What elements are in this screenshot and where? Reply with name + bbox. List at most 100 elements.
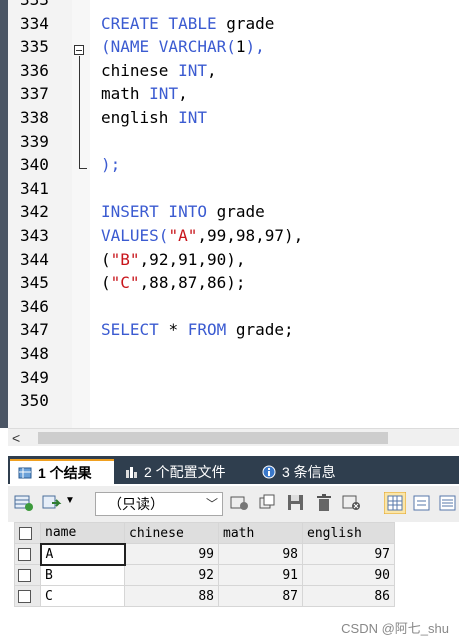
sql-token: * [168, 320, 188, 340]
row-selector[interactable] [14, 585, 41, 607]
readonly-select[interactable]: （只读） ﹀ [95, 492, 223, 516]
line-number-gutter: 333334 335 336 337 338 339 340 341 342 343 344 345 3… [8, 0, 72, 428]
sql-string: "C" [110, 273, 140, 293]
line-number: 344 [20, 249, 49, 269]
cell-math[interactable]: 91 [218, 564, 303, 586]
cell-name[interactable]: C [40, 585, 125, 607]
code-line[interactable]: INSERT INTO grade [101, 200, 265, 224]
fold-collapse-icon[interactable] [74, 45, 84, 55]
cell-name[interactable]: A [39, 542, 126, 566]
checkbox-icon[interactable] [18, 568, 31, 582]
chevron-down-icon: ﹀ [205, 497, 218, 511]
code-line[interactable]: VALUES("A",99,98,97), [101, 224, 303, 248]
window-edge [0, 0, 8, 428]
sql-token: math [101, 84, 150, 104]
code-line[interactable]: CREATE TABLE grade [101, 12, 274, 36]
sql-token: ( [101, 249, 111, 269]
line-number: 338 [20, 108, 49, 127]
table-row[interactable]: C 88 87 86 [14, 585, 395, 607]
row-selector[interactable] [14, 564, 41, 586]
line-number: 340 [20, 155, 49, 175]
cell-chinese[interactable]: 99 [124, 543, 219, 565]
sql-token: ,92,91,90), [139, 249, 246, 269]
duplicate-row-icon[interactable] [258, 494, 278, 512]
code-line[interactable]: ("C",88,87,86); [101, 271, 246, 295]
code-line[interactable]: english INT [101, 106, 207, 130]
sql-keyword: (NAME VARCHAR( [101, 37, 236, 57]
code-line[interactable]: chinese INT, [101, 59, 217, 83]
sql-editor[interactable]: 333334 335 336 337 338 339 340 341 342 343 344 345 3… [0, 0, 459, 428]
column-header[interactable]: english [302, 522, 395, 544]
export-dropdown-icon[interactable]: ▼ [65, 495, 75, 506]
code-line[interactable]: ); [101, 153, 120, 177]
scroll-thumb[interactable] [38, 432, 388, 444]
info-icon [262, 465, 276, 478]
tab-profiles-label: 2 个配置文件 [144, 463, 226, 480]
form-view-icon[interactable] [412, 494, 432, 512]
line-number: 342 [20, 202, 49, 222]
code-line[interactable]: (NAME VARCHAR(1), [101, 35, 265, 59]
line-number: 339 [20, 131, 49, 151]
tab-results[interactable]: 1 个结果 [10, 459, 114, 484]
text-view-icon[interactable] [438, 494, 458, 512]
line-number: 334 [20, 13, 49, 33]
header-row: name chinese math english [14, 522, 395, 544]
table-row[interactable]: A 99 98 97 [14, 542, 395, 566]
cell-math[interactable]: 87 [218, 585, 303, 607]
checkbox-icon[interactable] [18, 589, 31, 603]
sql-token: , [178, 84, 188, 104]
sql-keyword: VALUES( [101, 226, 169, 245]
fold-gutter [72, 0, 90, 428]
cell-english[interactable]: 97 [302, 543, 395, 565]
cell-math[interactable]: 98 [218, 543, 303, 565]
sql-token: grade [226, 13, 275, 33]
export-icon[interactable] [42, 494, 62, 512]
sql-keyword: ), [245, 37, 265, 57]
result-grid-icon [18, 467, 32, 478]
insert-row-icon[interactable] [230, 494, 250, 512]
fold-guide [79, 56, 80, 168]
checkbox-icon[interactable] [19, 526, 32, 540]
sql-keyword: CREATE TABLE [101, 13, 227, 33]
discard-changes-icon[interactable] [342, 494, 362, 512]
horizontal-scrollbar[interactable]: < [8, 428, 459, 447]
cell-english[interactable]: 86 [302, 585, 395, 607]
line-number: 336 [20, 60, 49, 80]
sql-keyword: ); [101, 155, 121, 175]
tab-results-label: 1 个结果 [38, 464, 92, 481]
scroll-left-icon[interactable]: < [12, 430, 20, 446]
delete-icon[interactable] [314, 494, 334, 512]
cell-chinese[interactable]: 92 [124, 564, 219, 586]
code-line[interactable]: math INT, [101, 82, 188, 106]
grid-view-icon[interactable] [384, 492, 406, 514]
result-tabs: 1 个结果 2 个配置文件 3 条信息 [8, 456, 459, 484]
sql-token: ,88,87,86); [139, 273, 246, 293]
cell-chinese[interactable]: 88 [124, 585, 219, 607]
select-all-cell[interactable] [14, 522, 41, 544]
row-selector[interactable] [14, 543, 41, 565]
line-number: 343 [20, 226, 49, 245]
sql-token: chinese [101, 60, 179, 80]
add-row-icon[interactable] [14, 494, 34, 512]
line-number: 349 [20, 367, 49, 387]
line-number: 337 [20, 84, 49, 104]
cell-english[interactable]: 90 [302, 564, 395, 586]
checkbox-icon[interactable] [18, 547, 31, 561]
sql-keyword: INT [178, 60, 207, 80]
tab-profiles[interactable]: 2 个配置文件 [116, 459, 250, 484]
line-number: 348 [20, 344, 49, 363]
save-icon[interactable] [286, 494, 306, 512]
sql-token: grade; [235, 320, 294, 340]
sql-token: ,99,98,97), [197, 226, 304, 245]
result-toolbar: ▼ （只读） ﹀ [8, 486, 459, 522]
table-row[interactable]: B 92 91 90 [14, 564, 395, 586]
code-line[interactable]: ("B",92,91,90), [101, 248, 246, 272]
column-header[interactable]: chinese [124, 522, 219, 544]
cell-name[interactable]: B [40, 564, 125, 586]
column-header[interactable]: math [218, 522, 303, 544]
sql-keyword: INT [178, 108, 207, 127]
splitter[interactable] [0, 446, 459, 456]
code-line[interactable]: SELECT * FROM grade; [101, 318, 294, 342]
column-header[interactable]: name [40, 522, 125, 544]
tab-messages[interactable]: 3 条信息 [254, 459, 354, 484]
